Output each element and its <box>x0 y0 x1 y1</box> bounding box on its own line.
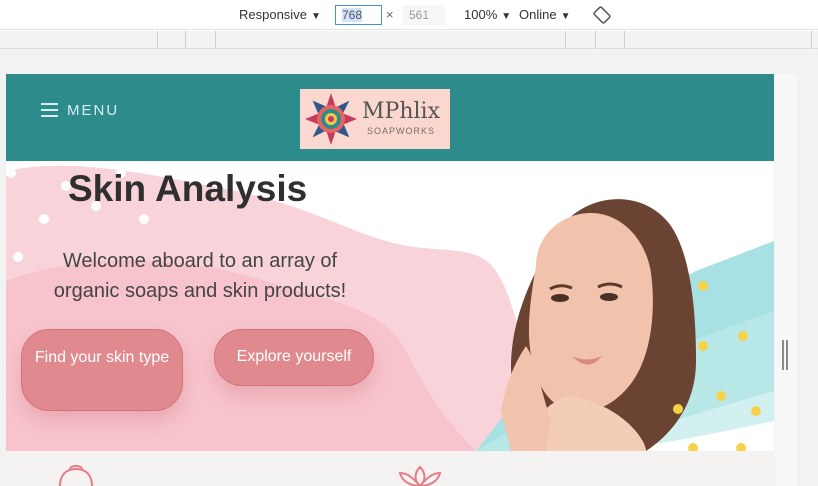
soap-bag-icon <box>59 465 93 486</box>
ruler-tick <box>565 31 566 49</box>
site-header: MENU MPhlix SOAPWORKS <box>6 74 774 161</box>
logo-tagline: SOAPWORKS <box>367 126 436 136</box>
menu-label: MENU <box>67 101 120 119</box>
mandala-logo-icon <box>305 93 357 145</box>
device-toolbar: Responsive ▼ 768 × 561 100% ▼ Online ▼ <box>0 0 818 30</box>
hero-subtitle: Welcome aboard to an array of organic so… <box>53 250 347 302</box>
width-input[interactable]: 768 <box>335 5 382 25</box>
ruler-tick <box>157 31 158 49</box>
chevron-down-icon: ▼ <box>310 11 321 22</box>
rotate-button[interactable] <box>593 6 611 24</box>
lotus-icon <box>398 465 442 486</box>
chevron-down-icon: ▼ <box>560 11 571 22</box>
hamburger-icon <box>41 103 58 117</box>
ruler-tick <box>185 31 186 49</box>
throttling-label: Online <box>519 7 557 22</box>
rotate-icon <box>593 6 611 24</box>
hero-section: Skin Analysis Welcome aboard to an array… <box>6 161 774 451</box>
features-strip <box>6 451 774 486</box>
chevron-down-icon: ▼ <box>501 11 512 22</box>
menu-button[interactable]: MENU <box>41 101 119 119</box>
throttling-select[interactable]: Online ▼ <box>519 6 570 24</box>
height-input[interactable]: 561 <box>402 5 445 25</box>
resize-handle[interactable] <box>782 340 790 370</box>
zoom-select[interactable]: 100% ▼ <box>464 6 511 24</box>
hero-title: Skin Analysis <box>68 168 308 209</box>
page-viewport: MENU MPhlix SOAPWORKS Skin Analysis Welc… <box>6 74 774 486</box>
ruler-tick <box>595 31 596 49</box>
device-select-label: Responsive <box>239 7 307 22</box>
site-logo[interactable]: MPhlix SOAPWORKS <box>300 89 450 149</box>
zoom-label: 100% <box>464 7 498 22</box>
media-query-bar[interactable] <box>0 31 818 49</box>
logo-name: MPhlix <box>362 99 440 124</box>
ruler-tick <box>811 31 812 49</box>
find-skin-type-button[interactable]: Find your skin type <box>21 329 183 411</box>
explore-yourself-button[interactable]: Explore yourself <box>214 329 374 386</box>
dimension-separator: × <box>386 7 394 22</box>
ruler-tick <box>215 31 216 49</box>
height-value: 561 <box>409 8 430 22</box>
width-value: 768 <box>342 8 363 22</box>
ruler-tick <box>624 31 625 49</box>
device-select[interactable]: Responsive ▼ <box>239 6 321 24</box>
viewport-right-gutter <box>775 74 797 486</box>
